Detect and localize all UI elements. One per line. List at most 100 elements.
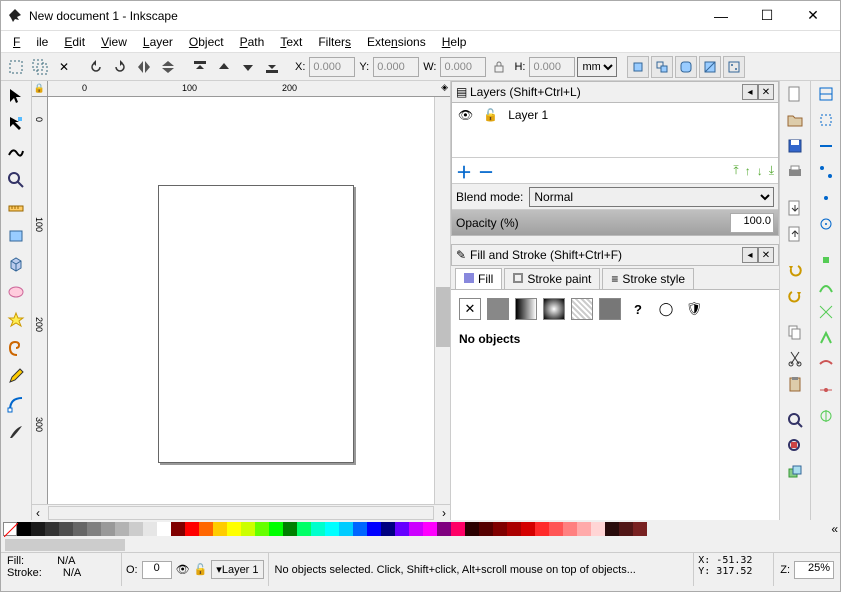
- color-swatch[interactable]: [577, 522, 591, 536]
- spiral-tool-icon[interactable]: [3, 335, 29, 361]
- layer-down-icon[interactable]: ↓: [757, 164, 763, 178]
- swatch-icon[interactable]: [599, 298, 621, 320]
- lock-aspect-icon[interactable]: [488, 56, 510, 78]
- tweak-tool-icon[interactable]: [3, 139, 29, 165]
- color-swatch[interactable]: [129, 522, 143, 536]
- color-swatch[interactable]: [283, 522, 297, 536]
- lower-icon[interactable]: [237, 56, 259, 78]
- color-swatch[interactable]: [479, 522, 493, 536]
- color-swatch[interactable]: [87, 522, 101, 536]
- affect-corners-icon[interactable]: [675, 56, 697, 78]
- unset-paint-icon[interactable]: ◯: [655, 298, 677, 320]
- color-swatch[interactable]: [227, 522, 241, 536]
- rotate-cw-icon[interactable]: [109, 56, 131, 78]
- color-swatch[interactable]: [493, 522, 507, 536]
- affect-gradient-icon[interactable]: [699, 56, 721, 78]
- tab-fill[interactable]: Fill: [455, 268, 502, 289]
- tab-stroke-style[interactable]: ≡Stroke style: [602, 268, 694, 289]
- menu-view[interactable]: View: [93, 33, 135, 51]
- save-doc-icon[interactable]: [784, 135, 806, 157]
- zoom-input[interactable]: 25%: [794, 561, 834, 579]
- color-swatch[interactable]: [213, 522, 227, 536]
- color-swatch[interactable]: [199, 522, 213, 536]
- color-swatch[interactable]: [185, 522, 199, 536]
- flat-color-icon[interactable]: [487, 298, 509, 320]
- color-swatch[interactable]: [255, 522, 269, 536]
- affect-pattern-icon[interactable]: [723, 56, 745, 78]
- affect-move-icon[interactable]: [627, 56, 649, 78]
- select-all-icon[interactable]: [5, 56, 27, 78]
- palette-menu-icon[interactable]: «: [831, 522, 838, 536]
- palette-scrollbar[interactable]: [5, 539, 125, 551]
- canvas[interactable]: [48, 97, 434, 504]
- color-swatch[interactable]: [101, 522, 115, 536]
- menu-help[interactable]: Help: [434, 33, 475, 51]
- tab-stroke-paint[interactable]: Stroke paint: [504, 268, 600, 289]
- color-swatch[interactable]: [157, 522, 171, 536]
- bezier-tool-icon[interactable]: [3, 391, 29, 417]
- menu-file[interactable]: File: [5, 33, 56, 51]
- color-swatch[interactable]: [437, 522, 451, 536]
- snap-enable-icon[interactable]: [815, 83, 837, 105]
- color-swatch[interactable]: [353, 522, 367, 536]
- color-swatch[interactable]: [619, 522, 633, 536]
- export-icon[interactable]: [784, 223, 806, 245]
- snap-path-icon[interactable]: [815, 275, 837, 297]
- color-swatch[interactable]: [507, 522, 521, 536]
- add-layer-icon[interactable]: ＋: [456, 159, 472, 183]
- color-swatch[interactable]: [605, 522, 619, 536]
- rect-tool-icon[interactable]: [3, 223, 29, 249]
- select-all-layers-icon[interactable]: [29, 56, 51, 78]
- unknown-paint-icon[interactable]: ?: [627, 298, 649, 320]
- circle-tool-icon[interactable]: [3, 279, 29, 305]
- vertical-scrollbar[interactable]: [434, 97, 450, 504]
- menu-path[interactable]: Path: [232, 33, 273, 51]
- layer-top-icon[interactable]: ⤒: [733, 163, 738, 178]
- status-lock-icon[interactable]: 🔓: [194, 563, 208, 576]
- layer-up-icon[interactable]: ↑: [745, 164, 751, 178]
- menu-object[interactable]: Object: [181, 33, 232, 51]
- no-paint-icon[interactable]: ✕: [459, 298, 481, 320]
- x-input[interactable]: 0.000: [309, 57, 355, 77]
- menu-extensions[interactable]: Extensions: [359, 33, 434, 51]
- visibility-icon[interactable]: 👁: [458, 108, 473, 122]
- zoom-tool-icon[interactable]: [3, 167, 29, 193]
- new-doc-icon[interactable]: [784, 83, 806, 105]
- color-swatch[interactable]: [325, 522, 339, 536]
- linear-gradient-icon[interactable]: [515, 298, 537, 320]
- selector-tool-icon[interactable]: [3, 83, 29, 109]
- color-swatch[interactable]: [171, 522, 185, 536]
- lock-icon[interactable]: 🔓: [483, 108, 498, 122]
- guide-dialog-icon[interactable]: ◈: [441, 82, 448, 93]
- open-doc-icon[interactable]: [784, 109, 806, 131]
- lower-bottom-icon[interactable]: [261, 56, 283, 78]
- layer-row[interactable]: 👁 🔓 Layer 1: [452, 103, 778, 127]
- h-input[interactable]: 0.000: [529, 57, 575, 77]
- snap-line-mid-icon[interactable]: [815, 379, 837, 401]
- status-layer-select[interactable]: ▾Layer 1: [211, 560, 263, 579]
- duplicate-icon[interactable]: [784, 461, 806, 483]
- color-swatch[interactable]: [521, 522, 535, 536]
- color-swatch[interactable]: [241, 522, 255, 536]
- pencil-tool-icon[interactable]: [3, 363, 29, 389]
- snap-bbox-icon[interactable]: [815, 109, 837, 131]
- y-input[interactable]: 0.000: [373, 57, 419, 77]
- node-tool-icon[interactable]: [3, 111, 29, 137]
- blend-mode-select[interactable]: Normal: [529, 187, 774, 207]
- w-input[interactable]: 0.000: [440, 57, 486, 77]
- status-visibility-icon[interactable]: 👁: [176, 563, 190, 576]
- no-color-swatch[interactable]: [3, 522, 17, 536]
- close-fillstroke-button[interactable]: ✕: [758, 247, 774, 263]
- opacity-row[interactable]: Opacity (%) 100.0: [452, 209, 778, 235]
- star-tool-icon[interactable]: [3, 307, 29, 333]
- horizontal-scrollbar[interactable]: ‹›: [32, 504, 450, 520]
- print-icon[interactable]: [784, 161, 806, 183]
- color-swatch[interactable]: [563, 522, 577, 536]
- maximize-button[interactable]: ☐: [744, 1, 790, 31]
- rotate-ccw-icon[interactable]: [85, 56, 107, 78]
- close-panel-button[interactable]: ✕: [758, 84, 774, 100]
- iconify-panel-button[interactable]: ◂: [742, 84, 758, 100]
- raise-icon[interactable]: [213, 56, 235, 78]
- status-opacity-input[interactable]: 0: [142, 561, 172, 579]
- redo-icon[interactable]: [784, 285, 806, 307]
